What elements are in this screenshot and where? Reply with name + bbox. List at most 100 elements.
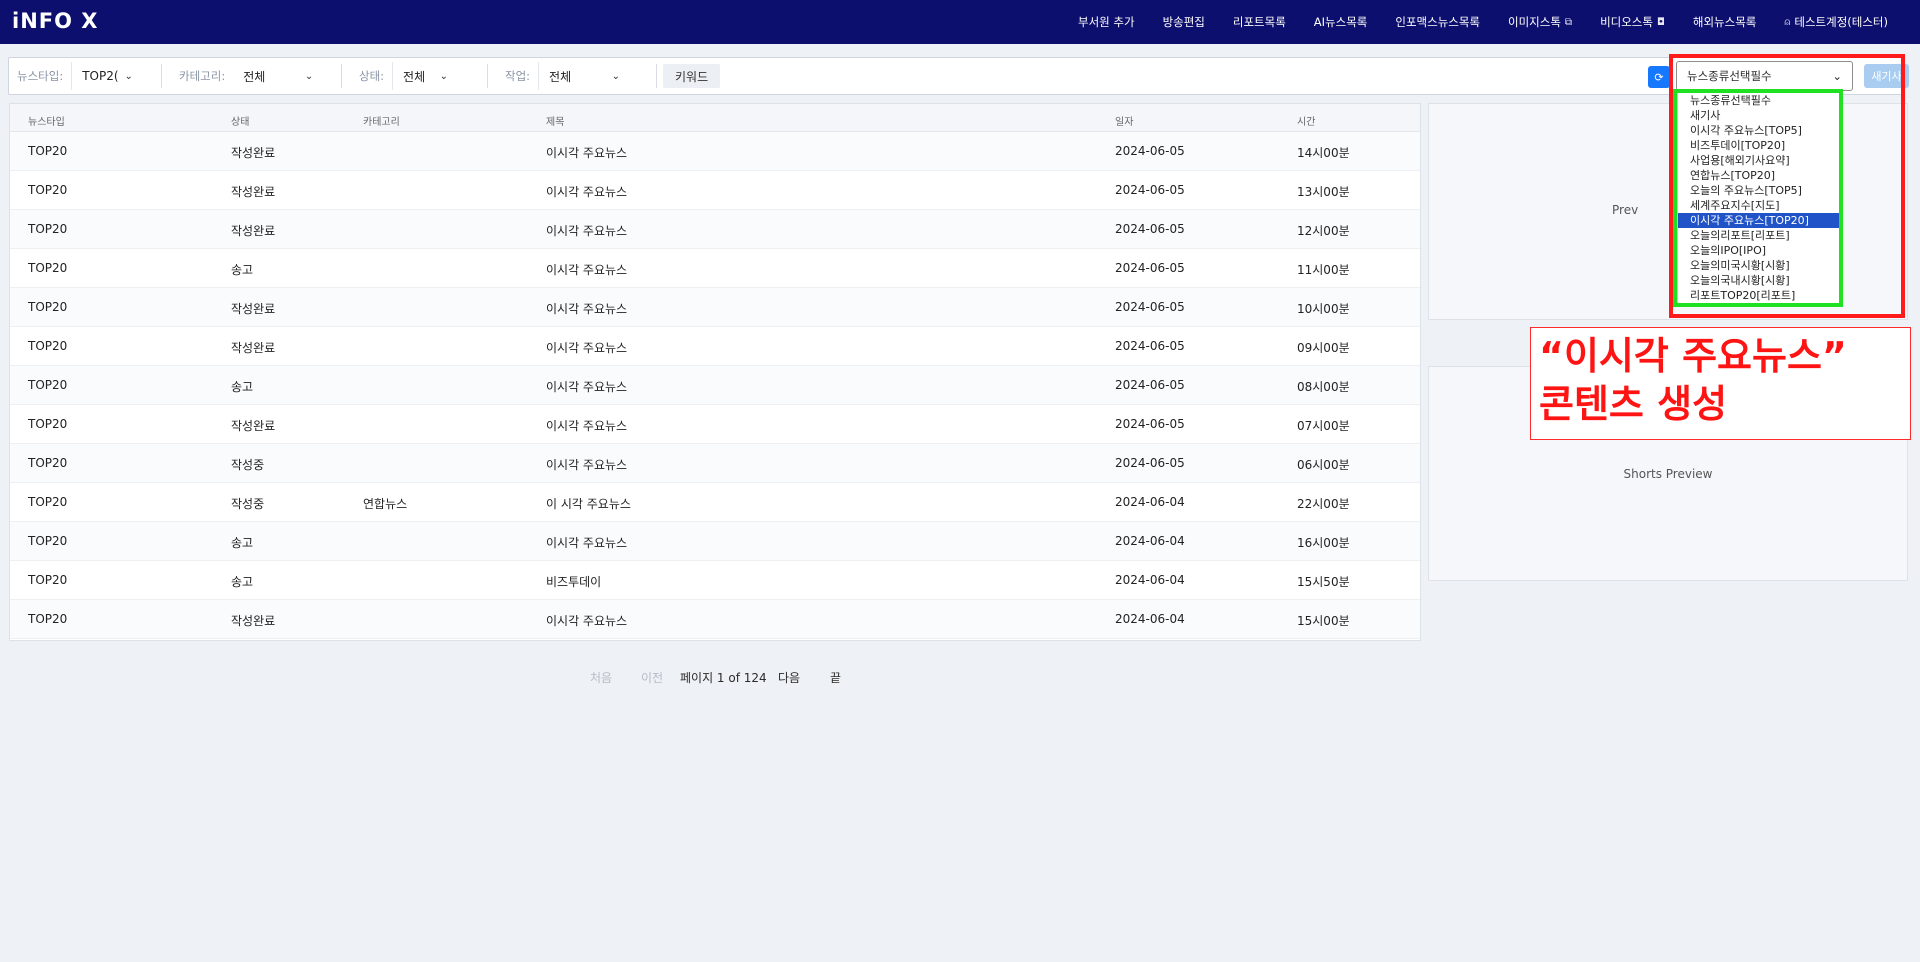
dropdown-option[interactable]: 사업용[해외기사요약] <box>1678 153 1841 168</box>
status-value: 전체 <box>403 69 426 84</box>
table-row[interactable]: TOP20 작성중 이시각 주요뉴스 2024-06-05 06시00분 <box>10 444 1420 483</box>
table-row[interactable]: TOP20 작성완료 이시각 주요뉴스 2024-06-05 10시00분 <box>10 288 1420 327</box>
category-filter: 카테고리: 전체 ⌄ <box>171 58 323 94</box>
cell-date: 2024-06-05 <box>1115 183 1185 197</box>
table-row[interactable]: TOP20 작성완료 이시각 주요뉴스 2024-06-05 14시00분 <box>10 132 1420 171</box>
top-nav-bar: iNFO X 부서원 추가 방송편집 리포트목록 AI뉴스목록 인포맥스뉴스목록 이미지스… <box>0 0 1920 44</box>
category-select[interactable]: 전체 ⌄ <box>233 62 323 90</box>
cell-status: 송고 <box>231 536 254 550</box>
cell-date: 2024-06-05 <box>1115 456 1185 470</box>
table-row[interactable]: TOP20 작성완료 이시각 주요뉴스 2024-06-05 07시00분 <box>10 405 1420 444</box>
cell-status: 작성완료 <box>231 185 276 199</box>
table-row[interactable]: TOP20 작성중 연합뉴스 이 시각 주요뉴스 2024-06-04 22시00분 <box>10 483 1420 522</box>
nav-item-label: 이미지스톡 <box>1508 15 1561 29</box>
column-header-title[interactable]: 제목 <box>546 113 564 128</box>
nav-item-0[interactable]: 부서원 추가 <box>1064 14 1149 30</box>
column-header-newstype[interactable]: 뉴스타입 <box>28 113 65 128</box>
cell-title: 이 시각 주요뉴스 <box>546 497 631 511</box>
pager-first[interactable]: 처음 <box>590 669 612 686</box>
cell-newstype: TOP20 <box>28 300 68 314</box>
cell-status: 작성완료 <box>231 341 276 355</box>
chevron-down-icon: ⌄ <box>304 70 314 82</box>
dropdown-option[interactable]: 뉴스종류선택필수 <box>1678 93 1841 108</box>
column-header-date[interactable]: 일자 <box>1115 113 1133 128</box>
app-logo[interactable]: iNFO X <box>12 9 98 33</box>
cell-time: 07시00분 <box>1297 419 1350 433</box>
status-select[interactable]: 전체 ⌄ <box>392 62 458 90</box>
cell-date: 2024-06-04 <box>1115 534 1185 548</box>
newstype-value: TOP2( <box>82 69 119 83</box>
chevron-down-icon: ⌄ <box>611 70 621 82</box>
pager-info: 페이지 1 of 124 <box>680 671 767 685</box>
dropdown-option[interactable]: 오늘의 주요뉴스[TOP5] <box>1678 183 1841 198</box>
dropdown-option[interactable]: 오늘의미국시황[시황] <box>1678 258 1841 273</box>
nav-item-label: 리포트목록 <box>1232 15 1286 29</box>
callout-line-2: 콘텐츠 생성 <box>1539 382 1728 426</box>
news-type-select-value: 뉴스종류선택필수 <box>1687 69 1772 83</box>
cell-title: 이시각 주요뉴스 <box>546 614 628 628</box>
column-header-time[interactable]: 시간 <box>1297 113 1315 128</box>
filter-bar: 뉴스타입: TOP2( ⌄ 카테고리: 전체 ⌄ 상태: 전체 ⌄ 작업: 전체… <box>8 57 1909 95</box>
cell-status: 작성완료 <box>231 419 276 433</box>
divider <box>487 64 488 88</box>
dropdown-option[interactable]: 세계주요지수[지도] <box>1678 198 1841 213</box>
pager-next[interactable]: 다음 <box>778 669 800 686</box>
refresh-button[interactable]: ⟳ <box>1648 66 1670 88</box>
cell-status: 작성완료 <box>231 146 276 160</box>
nav-item-2[interactable]: 리포트목록 <box>1219 14 1300 30</box>
cell-time: 15시50분 <box>1297 575 1350 589</box>
nav-item-3[interactable]: AI뉴스목록 <box>1300 14 1382 30</box>
dropdown-option[interactable]: 오늘의국내시황[시황] <box>1678 273 1841 288</box>
column-header-category[interactable]: 카테고리 <box>363 113 400 128</box>
table-row[interactable]: TOP20 송고 비즈투데이 2024-06-04 15시50분 <box>10 561 1420 600</box>
table-row[interactable]: TOP20 송고 이시각 주요뉴스 2024-06-05 08시00분 <box>10 366 1420 405</box>
cell-time: 09시00분 <box>1297 341 1350 355</box>
dropdown-option[interactable]: 오늘의IPO[IPO] <box>1678 243 1841 258</box>
dropdown-option[interactable]: 오늘의리포트[리포트] <box>1678 228 1841 243</box>
nav-item-6[interactable]: 비디오스톡 ◘ <box>1586 14 1679 30</box>
cell-title: 이시각 주요뉴스 <box>546 185 628 199</box>
pager-prev[interactable]: 이전 <box>641 669 663 686</box>
divider <box>341 64 342 88</box>
cell-status: 작성완료 <box>231 614 276 628</box>
cell-newstype: TOP20 <box>28 612 68 626</box>
external-link-icon: ⧉ <box>1564 16 1573 28</box>
dropdown-option[interactable]: 이시각 주요뉴스[TOP20] <box>1678 213 1841 228</box>
dropdown-option[interactable]: 이시각 주요뉴스[TOP5] <box>1678 123 1841 138</box>
cell-newstype: TOP20 <box>28 339 68 353</box>
news-type-select[interactable]: 뉴스종류선택필수 ⌄ <box>1676 61 1853 91</box>
job-value: 전체 <box>549 69 572 84</box>
dropdown-option[interactable]: 리포트TOP20[리포트] <box>1678 288 1841 303</box>
nav-item-7[interactable]: 해외뉴스목록 <box>1679 14 1770 30</box>
dropdown-option[interactable]: 비즈투데이[TOP20] <box>1678 138 1841 153</box>
news-type-dropdown-list: 뉴스종류선택필수 새기사 이시각 주요뉴스[TOP5] 비즈투데이[TOP20] 사업용… <box>1677 92 1842 304</box>
new-article-button[interactable]: 새기사 <box>1864 64 1909 88</box>
table-row[interactable]: TOP20 작성완료 이시각 주요뉴스 2024-06-05 13시00분 <box>10 171 1420 210</box>
cell-time: 22시00분 <box>1297 497 1350 511</box>
job-filter: 작업: 전체 ⌄ <box>497 58 630 94</box>
nav-item-label: 비디오스톡 <box>1600 15 1653 29</box>
cell-title: 이시각 주요뉴스 <box>546 536 628 550</box>
keyword-button[interactable]: 키워드 <box>663 64 721 88</box>
dropdown-option[interactable]: 연합뉴스[TOP20] <box>1678 168 1841 183</box>
pager-last[interactable]: 끝 <box>830 669 841 686</box>
job-select[interactable]: 전체 ⌄ <box>538 62 630 90</box>
column-header-status[interactable]: 상태 <box>231 113 249 128</box>
annotation-callout: “이시각 주요뉴스” 콘텐츠 생성 <box>1530 327 1911 440</box>
cell-date: 2024-06-05 <box>1115 339 1185 353</box>
cell-status: 송고 <box>231 380 254 394</box>
table-row[interactable]: TOP20 송고 이시각 주요뉴스 2024-06-05 11시00분 <box>10 249 1420 288</box>
cell-newstype: TOP20 <box>28 144 68 158</box>
newstype-select[interactable]: TOP2( ⌄ <box>71 62 137 90</box>
nav-item-5[interactable]: 이미지스톡 ⧉ <box>1494 14 1586 30</box>
cell-title: 이시각 주요뉴스 <box>546 380 628 394</box>
nav-item-8[interactable]: ⍝ 테스트계정(테스터) <box>1770 14 1902 30</box>
table-row[interactable]: TOP20 작성완료 이시각 주요뉴스 2024-06-05 12시00분 <box>10 210 1420 249</box>
dropdown-option[interactable]: 새기사 <box>1678 108 1841 123</box>
table-row[interactable]: TOP20 작성완료 이시각 주요뉴스 2024-06-04 15시00분 <box>10 600 1420 639</box>
nav-item-4[interactable]: 인포맥스뉴스목록 <box>1381 14 1494 30</box>
nav-item-1[interactable]: 방송편집 <box>1149 14 1219 30</box>
table-row[interactable]: TOP20 작성완료 이시각 주요뉴스 2024-06-05 09시00분 <box>10 327 1420 366</box>
table-row[interactable]: TOP20 송고 이시각 주요뉴스 2024-06-04 16시00분 <box>10 522 1420 561</box>
category-value: 전체 <box>243 69 266 84</box>
